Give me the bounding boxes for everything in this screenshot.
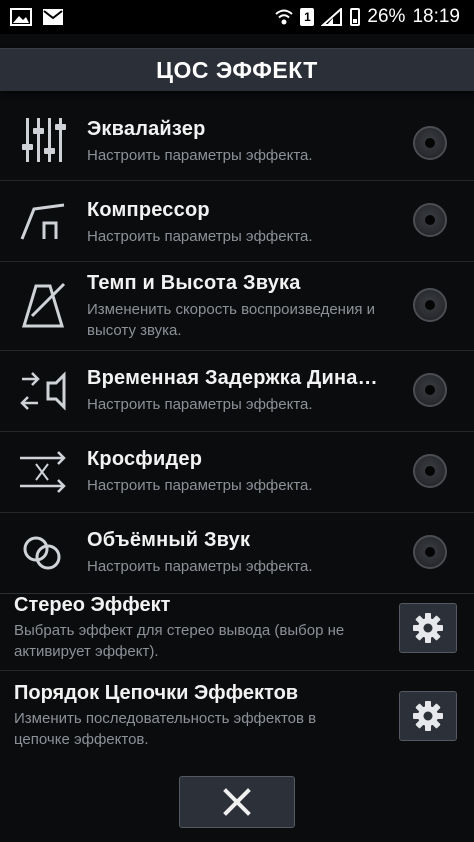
effect-description: Настроить параметры эффекта. xyxy=(87,477,313,494)
effect-row-tempo-pitch[interactable]: Темп и Высота Звука Измененить скорость … xyxy=(0,262,474,351)
compressor-icon xyxy=(20,203,65,240)
setting-description: Изменить последовательность эффектов в ц… xyxy=(14,710,317,748)
effect-name: Темп и Высота Звука xyxy=(87,272,301,294)
status-bar: 1 26% 18:19 xyxy=(0,0,474,34)
page-title: ЦОС ЭФФЕКТ xyxy=(0,48,474,91)
effect-description: Измененить скорость воспроизведения и вы… xyxy=(87,301,376,339)
surround-icon xyxy=(23,536,61,570)
effect-name: Кросфидер xyxy=(87,448,203,470)
setting-description: Выбрать эффект для стерео вывода (выбор … xyxy=(14,622,345,660)
equalizer-icon xyxy=(22,118,66,162)
effect-name: Компрессор xyxy=(87,199,210,221)
crossfader-icon xyxy=(20,451,66,493)
effect-toggle-radio[interactable] xyxy=(413,373,447,407)
close-button[interactable] xyxy=(179,776,295,828)
effect-row-compressor[interactable]: Компрессор Настроить параметры эффекта. xyxy=(0,181,474,262)
effect-row-speaker-delay[interactable]: Временная Задержка Дина… Настроить парам… xyxy=(0,351,474,432)
signal-icon xyxy=(321,8,343,26)
wifi-icon xyxy=(275,9,294,25)
effect-description: Настроить параметры эффекта. xyxy=(87,147,313,164)
effect-toggle-radio[interactable] xyxy=(413,535,447,569)
effect-row-crossfader[interactable]: Кросфидер Настроить параметры эффекта. xyxy=(0,432,474,513)
effect-description: Настроить параметры эффекта. xyxy=(87,396,313,413)
setting-name: Порядок Цепочки Эффектов xyxy=(14,682,299,704)
stereo-settings-button[interactable] xyxy=(399,603,457,653)
effect-name: Временная Задержка Дина… xyxy=(87,367,378,389)
effect-name: Объёмный Звук xyxy=(87,529,251,551)
effect-row-surround[interactable]: Объёмный Звук Настроить параметры эффект… xyxy=(0,513,474,594)
effect-description: Настроить параметры эффекта. xyxy=(87,228,313,245)
effect-toggle-radio[interactable] xyxy=(413,203,447,237)
setting-row-stereo-effect[interactable]: Стерео Эффект Выбрать эффект для стерео … xyxy=(0,584,474,671)
gear-icon xyxy=(413,701,443,731)
setting-name: Стерео Эффект xyxy=(14,594,171,616)
effects-list: Эквалайзер Настроить параметры эффекта. … xyxy=(0,102,474,594)
battery-icon xyxy=(350,8,361,26)
clock: 18:19 xyxy=(412,6,460,27)
speaker-delay-icon xyxy=(20,371,66,411)
effect-row-equalizer[interactable]: Эквалайзер Настроить параметры эффекта. xyxy=(0,102,474,181)
metronome-icon xyxy=(21,282,66,328)
effect-toggle-radio[interactable] xyxy=(413,454,447,488)
chain-order-settings-button[interactable] xyxy=(399,691,457,741)
sim-icon: 1 xyxy=(300,8,315,26)
close-icon xyxy=(223,788,251,816)
effect-description: Настроить параметры эффекта. xyxy=(87,558,313,575)
mail-notification-icon xyxy=(43,9,63,25)
effect-name: Эквалайзер xyxy=(87,118,206,140)
effect-toggle-radio[interactable] xyxy=(413,126,447,160)
gear-icon xyxy=(413,613,443,643)
battery-percent: 26% xyxy=(367,6,406,27)
effect-toggle-radio[interactable] xyxy=(413,288,447,322)
setting-row-effect-chain-order[interactable]: Порядок Цепочки Эффектов Изменить послед… xyxy=(0,672,474,762)
image-notification-icon xyxy=(10,8,32,26)
